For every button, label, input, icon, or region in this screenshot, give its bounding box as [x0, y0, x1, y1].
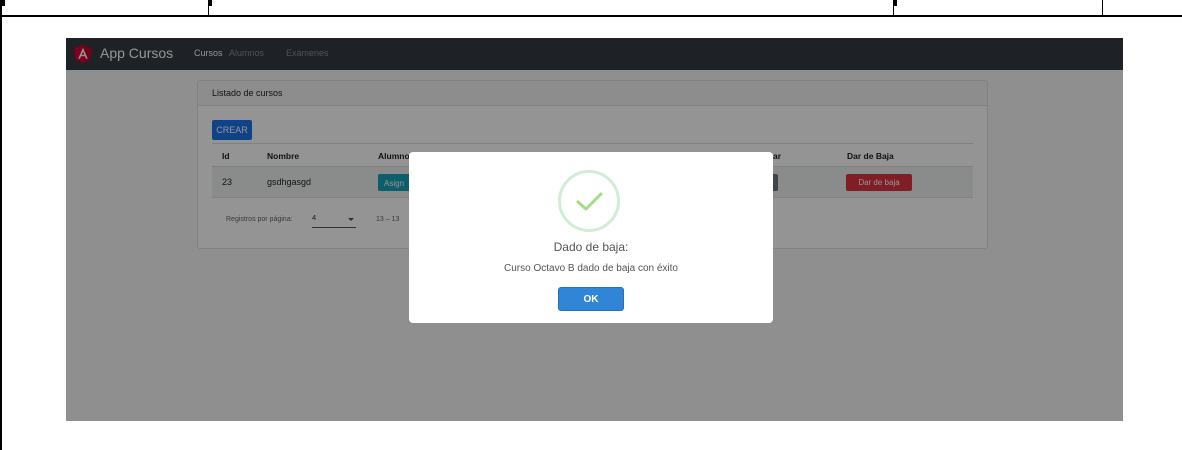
- success-dialog: Dado de baja: Curso Octavo B dado de baj…: [409, 152, 773, 323]
- dialog-title: Dado de baja:: [553, 240, 629, 254]
- dialog-message: Curso Octavo B dado de baja con éxito: [504, 263, 678, 274]
- frame-left-border: [0, 0, 2, 450]
- frame-top-border: [0, 15, 1182, 17]
- frame-tick: [894, 0, 897, 6]
- frame-divider: [1102, 0, 1103, 16]
- frame-tick: [209, 0, 212, 6]
- success-check-icon: [558, 170, 620, 232]
- ok-button[interactable]: OK: [558, 287, 624, 311]
- frame-tick: [2, 0, 5, 6]
